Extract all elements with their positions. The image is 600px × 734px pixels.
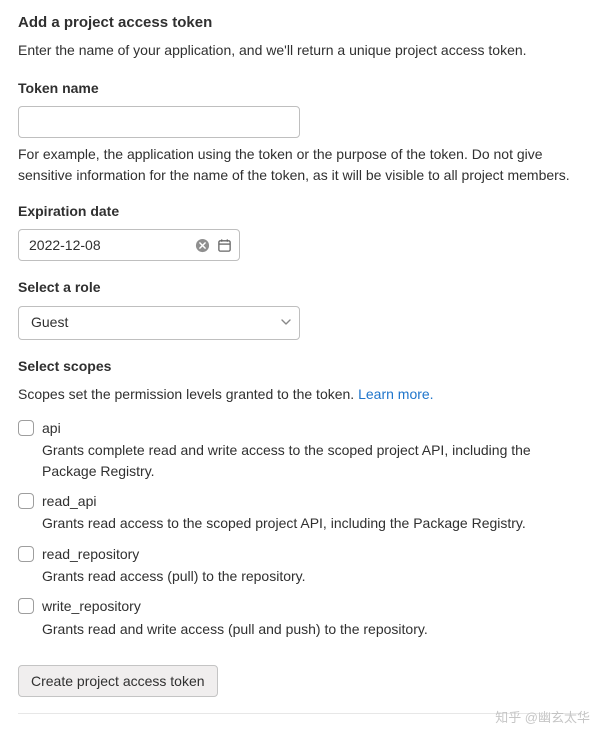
scope-desc: Grants read and write access (pull and p… — [42, 619, 582, 639]
scopes-intro-text: Scopes set the permission levels granted… — [18, 386, 358, 402]
role-select[interactable]: Guest — [18, 306, 300, 340]
scope-row-api: api Grants complete read and write acces… — [18, 418, 582, 481]
scope-checkbox-read-repository[interactable] — [18, 546, 34, 562]
chevron-down-icon — [281, 312, 291, 332]
page-title: Add a project access token — [18, 12, 582, 34]
learn-more-link[interactable]: Learn more. — [358, 386, 433, 402]
scope-desc: Grants read access (pull) to the reposit… — [42, 566, 582, 586]
token-name-input[interactable] — [18, 106, 300, 138]
scope-row-read-api: read_api Grants read access to the scope… — [18, 491, 582, 534]
role-value: Guest — [31, 312, 281, 332]
scope-checkbox-api[interactable] — [18, 420, 34, 436]
scope-name: read_api — [42, 491, 582, 511]
page-intro: Enter the name of your application, and … — [18, 40, 582, 60]
expiration-value: 2022-12-08 — [29, 235, 189, 255]
expiration-label: Expiration date — [18, 201, 582, 221]
divider — [18, 713, 582, 714]
expiration-input[interactable]: 2022-12-08 — [18, 229, 240, 261]
scope-name: api — [42, 418, 582, 438]
scope-desc: Grants read access to the scoped project… — [42, 513, 582, 533]
token-name-label: Token name — [18, 78, 582, 98]
token-name-help: For example, the application using the t… — [18, 144, 582, 185]
scope-checkbox-read-api[interactable] — [18, 493, 34, 509]
watermark: 知乎 @幽玄太华 — [495, 709, 590, 728]
scope-row-read-repository: read_repository Grants read access (pull… — [18, 544, 582, 587]
calendar-icon[interactable] — [215, 236, 233, 254]
clear-date-icon[interactable] — [193, 236, 211, 254]
create-token-button[interactable]: Create project access token — [18, 665, 218, 697]
scope-checkbox-write-repository[interactable] — [18, 598, 34, 614]
scope-name: write_repository — [42, 596, 582, 616]
role-label: Select a role — [18, 277, 582, 297]
scope-desc: Grants complete read and write access to… — [42, 440, 582, 481]
scope-name: read_repository — [42, 544, 582, 564]
scope-row-write-repository: write_repository Grants read and write a… — [18, 596, 582, 639]
scopes-intro: Scopes set the permission levels granted… — [18, 384, 582, 404]
scopes-label: Select scopes — [18, 356, 582, 376]
